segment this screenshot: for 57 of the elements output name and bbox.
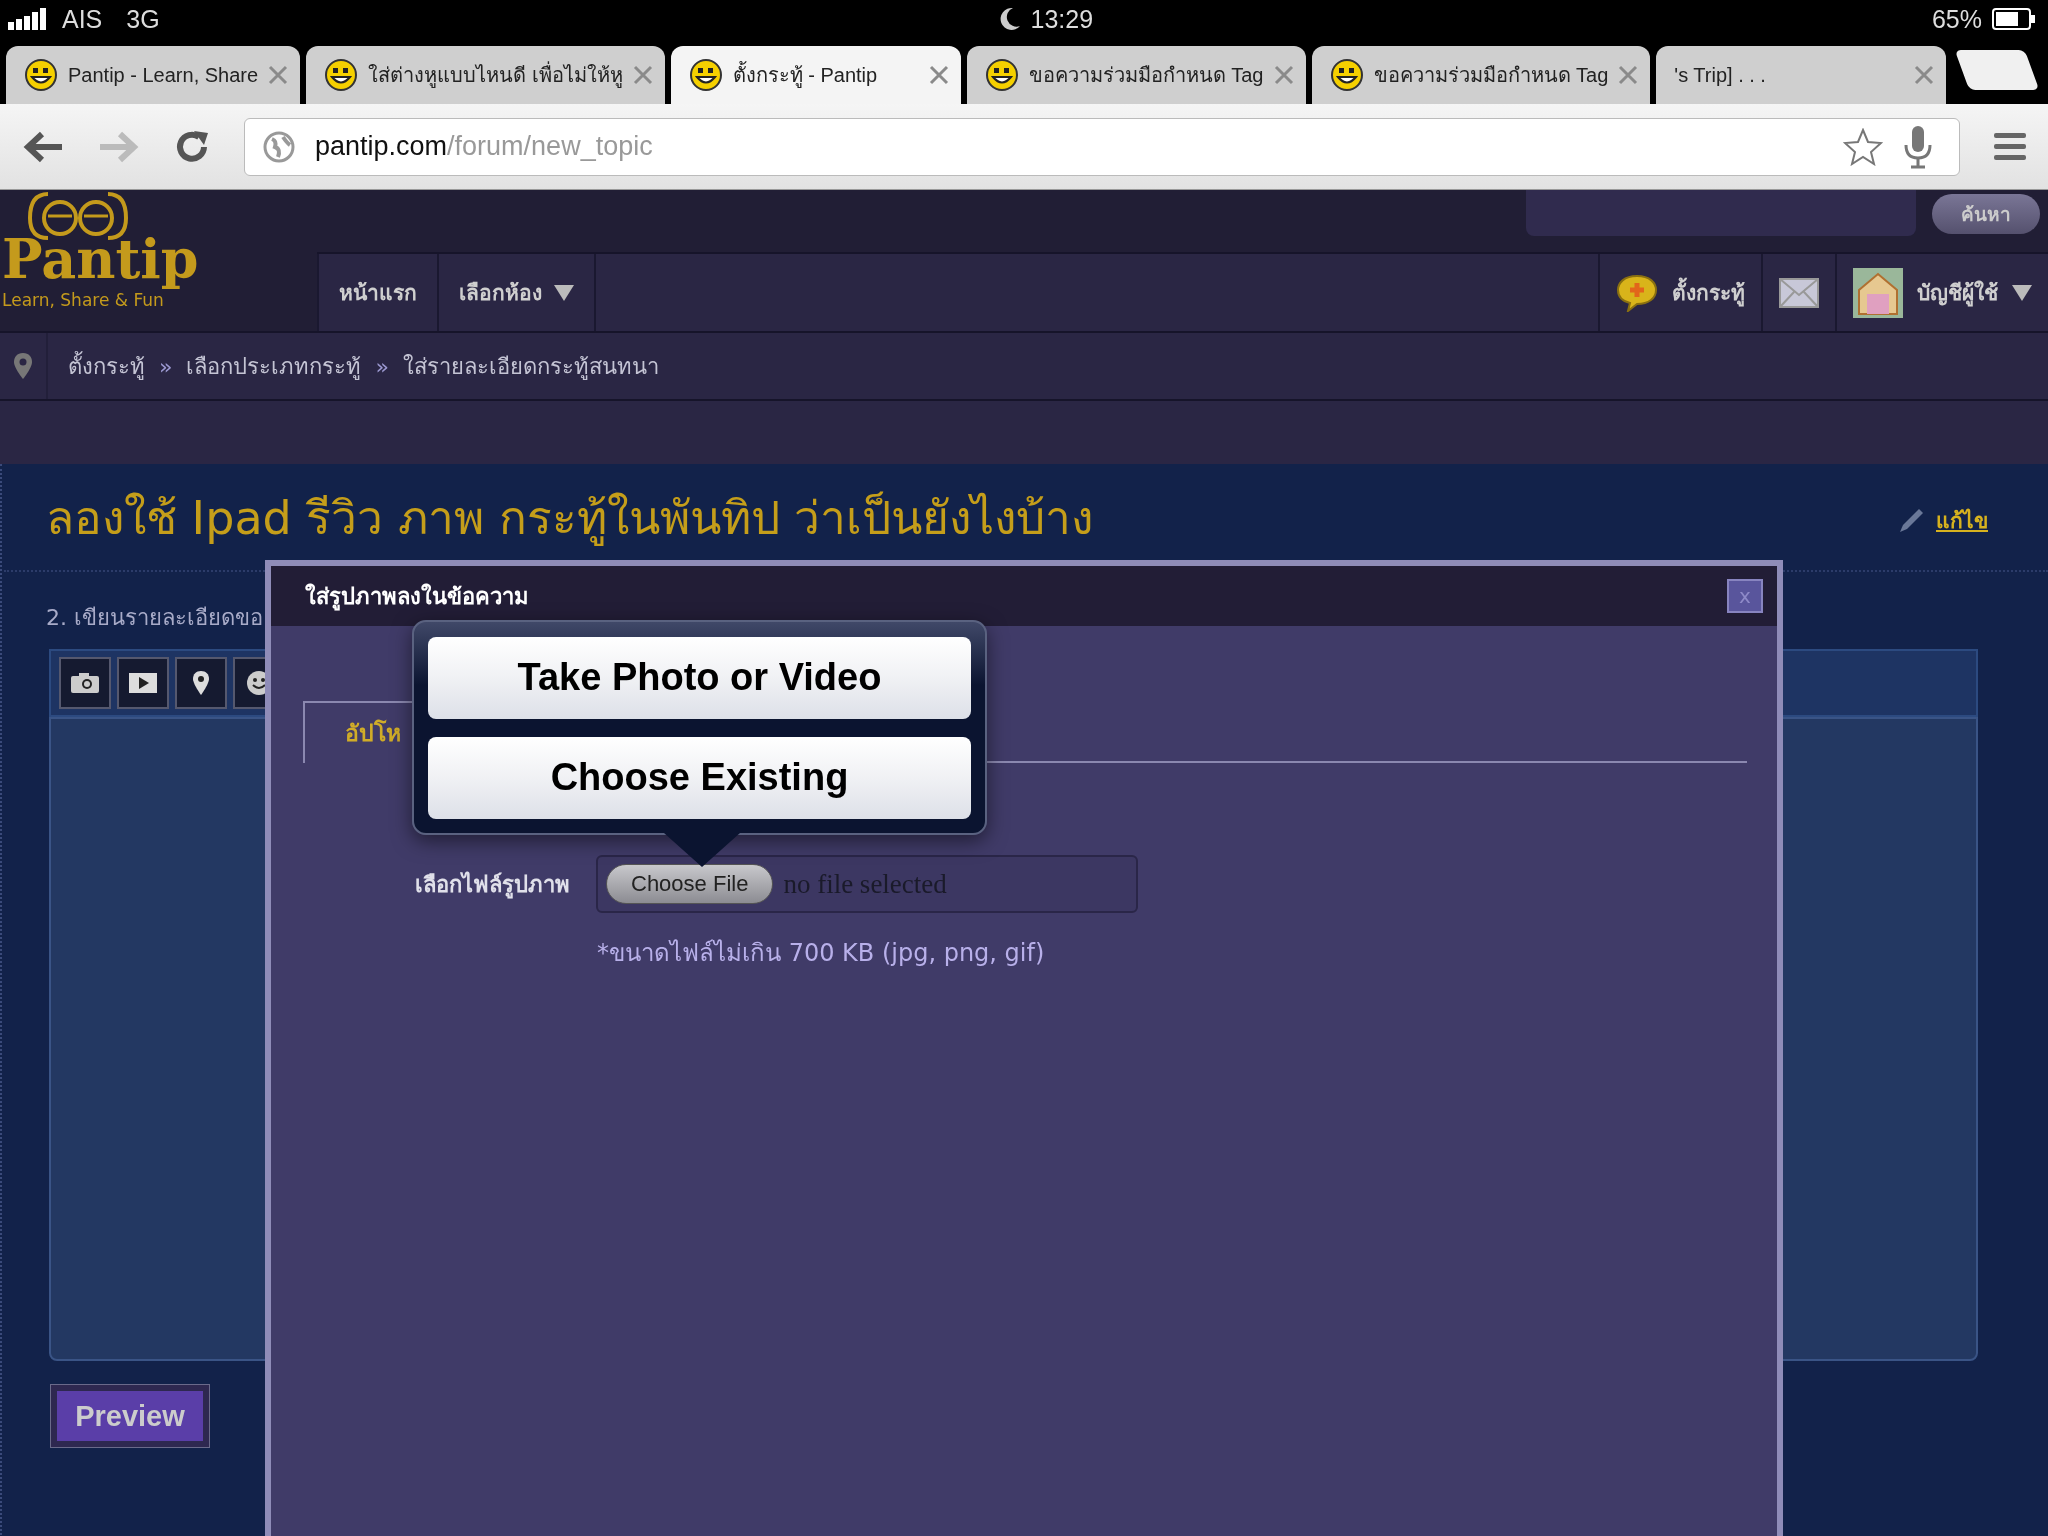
browser-tab[interactable]: ขอความร่วมมือกำหนด Tag: [1311, 46, 1651, 104]
topic-title: ลองใช้ Ipad รีวิว ภาพ กระทู้ในพันทิป ว่าเป็นยังไงบ้าง: [46, 489, 1094, 548]
avatar-picture: [1853, 267, 1903, 318]
speech-bubble-plus-icon: [1616, 273, 1658, 312]
network-label: 3G: [126, 4, 160, 34]
globe-icon: [263, 130, 295, 163]
carrier-label: AIS: [62, 4, 103, 34]
browser-tab[interactable]: Pantip - Learn, Share: [6, 46, 301, 104]
tab-title: ตั้งกระทู้ - Pantip: [732, 59, 919, 91]
popover-option[interactable]: Choose Existing: [428, 736, 971, 819]
tab-title: ขอความร่วมมือกำหนด Tag: [1028, 63, 1264, 88]
file-input[interactable]: Choose File no file selected: [596, 855, 1138, 913]
preview-button[interactable]: Preview: [51, 1385, 209, 1447]
step-label: 2. เขียนรายละเอียดขอ: [46, 604, 264, 632]
search-field[interactable]: [1526, 190, 1916, 236]
url-text: pantip.com/forum/new_topic: [315, 131, 654, 162]
location-pin-icon: [192, 670, 210, 696]
breadcrumb-link[interactable]: ตั้งกระทู้: [68, 348, 145, 384]
address-bar[interactable]: pantip.com/forum/new_topic: [244, 117, 1960, 176]
search-button[interactable]: ค้นหา: [1932, 194, 2040, 234]
play-icon: [128, 672, 158, 694]
logo-tagline: Learn, Share & Fun: [2, 290, 164, 311]
star-icon[interactable]: [1843, 127, 1883, 166]
edit-link[interactable]: แก้ไข: [1936, 504, 1988, 537]
caret-icon: [2012, 284, 2032, 301]
camera-button[interactable]: [59, 657, 111, 709]
map-button[interactable]: [175, 657, 227, 709]
close-icon[interactable]: [928, 65, 949, 85]
tab-title: ขอความร่วมมือกำหนด Tag: [1373, 63, 1609, 88]
breadcrumb-separator: »: [375, 353, 389, 379]
reload-icon[interactable]: [174, 128, 210, 165]
video-button[interactable]: [117, 657, 169, 709]
battery-percent: 65%: [1931, 4, 1982, 34]
location-pin-icon: [13, 352, 33, 380]
moon-icon: [998, 7, 1021, 31]
dialog-title: ใส่รูปภาพลงในข้อความ: [305, 582, 529, 613]
browser-tab[interactable]: 's Trip] . . .: [1656, 46, 1947, 104]
browser-tab[interactable]: ขอความร่วมมือกำหนด Tag: [966, 46, 1306, 104]
battery-icon: [1992, 8, 2036, 30]
browser-tab[interactable]: ตั้งกระทู้ - Pantip: [670, 46, 961, 104]
back-icon[interactable]: [22, 129, 64, 164]
tab-title: 's Trip] . . .: [1674, 63, 1767, 87]
envelope-icon: [1779, 277, 1819, 308]
clock-time: 13:29: [1030, 4, 1094, 34]
popover-option[interactable]: Take Photo or Video: [428, 636, 971, 719]
camera-icon: [70, 672, 100, 694]
file-size-hint: *ขนาดไฟล์ไม่เกิน 700 KB (jpg, png, gif): [597, 938, 1046, 969]
tab-title: ใส่ต่างหูแบบไหนดี เพื่อไม่ให้หู: [368, 59, 623, 91]
breadcrumb-link[interactable]: เลือกประเภทกระทู้: [186, 348, 362, 384]
menu-icon[interactable]: [1994, 131, 2026, 162]
breadcrumb-link[interactable]: ใส่รายละเอียดกระทู้สนทนา: [402, 348, 659, 384]
microphone-icon[interactable]: [1903, 124, 1933, 169]
tab-title: Pantip - Learn, Share: [68, 63, 259, 87]
pencil-icon: [1898, 507, 1924, 534]
file-label: เลือกไฟล์รูปภาพ: [415, 870, 570, 901]
breadcrumb-separator: »: [159, 353, 173, 379]
browser-tab[interactable]: ใส่ต่างหูแบบไหนดี เพื่อไม่ให้หู: [306, 46, 665, 104]
